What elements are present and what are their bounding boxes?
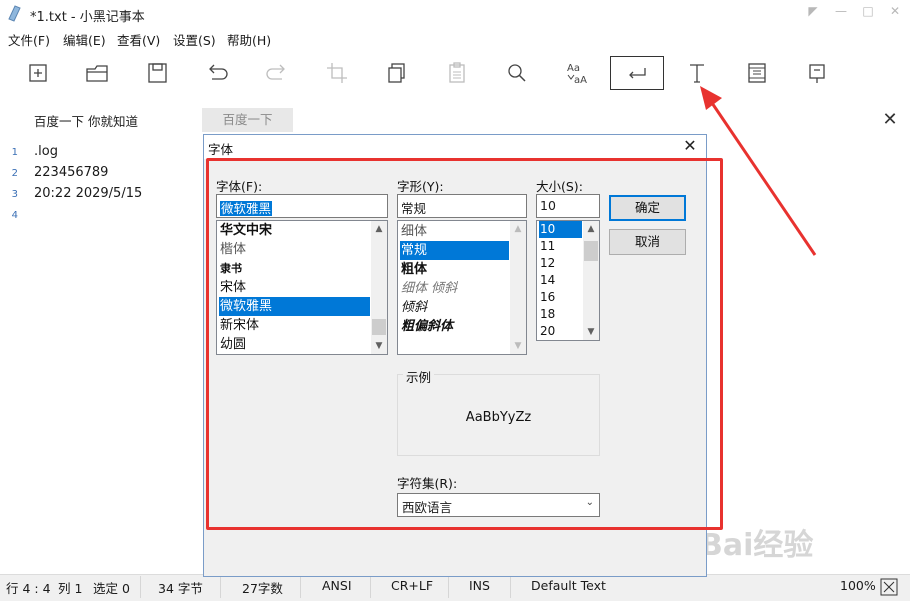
status-separator bbox=[510, 576, 511, 598]
status-insert-mode[interactable]: INS bbox=[469, 578, 490, 593]
status-separator bbox=[300, 576, 301, 598]
fullscreen-icon[interactable] bbox=[880, 578, 898, 596]
dialog-title: 字体 bbox=[208, 142, 234, 157]
editor-scrollbar[interactable] bbox=[893, 138, 910, 574]
new-icon bbox=[29, 64, 47, 82]
window-title: *1.txt - 小黑记事本 bbox=[30, 10, 145, 25]
skin-icon[interactable]: ◤ bbox=[802, 2, 824, 20]
paste-button[interactable] bbox=[430, 56, 484, 90]
redo-button[interactable] bbox=[250, 56, 304, 90]
status-separator bbox=[220, 576, 221, 598]
line-number: 1 bbox=[11, 147, 18, 158]
open-button[interactable] bbox=[70, 56, 124, 90]
search-input[interactable] bbox=[30, 109, 210, 131]
line-number: 4 bbox=[11, 210, 18, 221]
maximize-button[interactable]: □ bbox=[857, 2, 879, 20]
highlight-box bbox=[206, 158, 723, 530]
word-wrap-icon bbox=[629, 68, 646, 79]
status-theme[interactable]: Default Text bbox=[531, 578, 606, 593]
line-number-gutter bbox=[0, 138, 28, 574]
copy-icon bbox=[388, 63, 405, 83]
menu-view[interactable]: 查看(V) bbox=[117, 30, 160, 49]
menu-settings[interactable]: 设置(S) bbox=[173, 30, 216, 49]
status-separator bbox=[140, 576, 141, 598]
status-bytes: 34 字节 bbox=[158, 581, 203, 596]
search-icon bbox=[508, 64, 526, 82]
undo-icon bbox=[209, 64, 228, 80]
crop-button[interactable] bbox=[310, 56, 364, 90]
undo-button[interactable] bbox=[190, 56, 244, 90]
copy-button[interactable] bbox=[370, 56, 424, 90]
svg-text:Aa: Aa bbox=[567, 63, 580, 74]
status-bar bbox=[0, 574, 910, 601]
status-selected: 选定 0 bbox=[93, 581, 130, 596]
menu-file[interactable]: 文件(F) bbox=[8, 30, 50, 49]
redo-icon bbox=[266, 64, 285, 80]
status-column: 列 1 bbox=[58, 581, 83, 596]
word-wrap-button[interactable] bbox=[610, 56, 664, 90]
crop-icon bbox=[327, 63, 347, 83]
status-zoom[interactable]: 100% bbox=[840, 578, 876, 593]
editor-line[interactable]: 20:22 2029/5/15 bbox=[34, 186, 142, 201]
line-number: 2 bbox=[11, 168, 18, 179]
dialog-title-bar bbox=[204, 135, 706, 159]
minimize-button[interactable]: — bbox=[830, 2, 852, 20]
menu-edit[interactable]: 编辑(E) bbox=[63, 30, 106, 49]
status-chars: 27字数 bbox=[242, 581, 283, 596]
status-position: 行 4 : 4 bbox=[6, 581, 51, 596]
editor-line[interactable]: .log bbox=[34, 144, 58, 159]
svg-text:aA: aA bbox=[574, 75, 587, 86]
editor-line[interactable]: 223456789 bbox=[34, 165, 108, 180]
search-button[interactable]: 百度一下 bbox=[202, 108, 293, 132]
close-search-icon[interactable]: ✕ bbox=[880, 110, 900, 130]
status-encoding[interactable]: ANSI bbox=[322, 578, 352, 593]
save-icon bbox=[148, 63, 167, 83]
line-number: 3 bbox=[11, 189, 18, 200]
save-button[interactable] bbox=[130, 56, 184, 90]
replace-icon: AaaA bbox=[567, 63, 587, 86]
open-icon bbox=[86, 65, 108, 82]
menu-help[interactable]: 帮助(H) bbox=[227, 30, 271, 49]
find-button[interactable] bbox=[490, 56, 544, 90]
dialog-close-icon[interactable]: ✕ bbox=[680, 136, 700, 156]
new-button[interactable] bbox=[11, 56, 65, 90]
paste-icon bbox=[449, 62, 465, 83]
baidu-watermark: Bai经验 bbox=[700, 528, 814, 563]
status-separator bbox=[370, 576, 371, 598]
status-line-ending[interactable]: CR+LF bbox=[391, 578, 433, 593]
replace-button[interactable]: Aa aA bbox=[550, 56, 604, 90]
app-icon bbox=[6, 4, 22, 22]
close-button[interactable]: ✕ bbox=[884, 2, 906, 20]
status-separator bbox=[448, 576, 449, 598]
